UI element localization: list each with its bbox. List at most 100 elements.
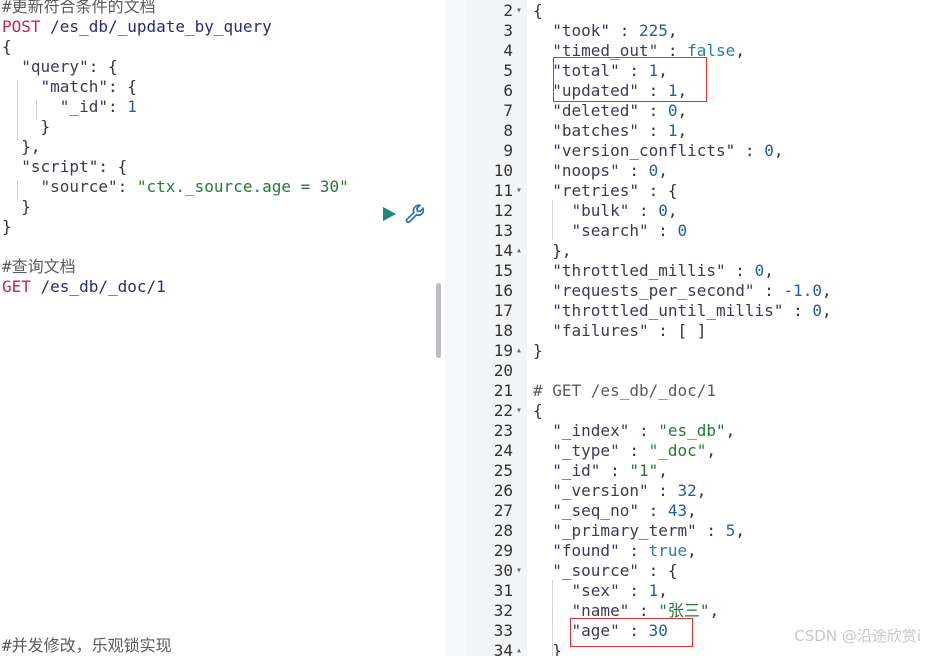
token-punc: } — [533, 341, 543, 360]
line-number: 14 — [493, 241, 513, 260]
token-kw: true — [648, 541, 688, 560]
request-line[interactable]: #查询文档 — [2, 257, 445, 277]
token-key: "requests_per_second" — [552, 281, 755, 300]
token-punc: : — [619, 441, 649, 460]
line-number: 33 — [493, 621, 513, 640]
token-punc — [533, 421, 552, 440]
token-num: 5 — [725, 521, 736, 540]
token-key: "match" — [40, 77, 108, 96]
line-number: 20 — [493, 361, 513, 380]
token-str: "es_db" — [658, 421, 726, 440]
response-line: "_source" : { — [533, 561, 933, 581]
token-punc: : { — [107, 77, 137, 96]
token-num: 1 — [667, 121, 678, 140]
response-line: { — [533, 1, 933, 21]
response-line: }, — [533, 241, 933, 261]
request-line[interactable]: "match": { — [2, 77, 445, 97]
token-str: "_doc" — [648, 441, 707, 460]
token-method: POST — [2, 17, 41, 36]
token-punc: : — [638, 501, 668, 520]
response-line: { — [533, 401, 933, 421]
response-line: "_type" : "_doc", — [533, 441, 933, 461]
response-line: "requests_per_second" : -1.0, — [533, 281, 933, 301]
token-key: "took" — [552, 21, 611, 40]
pane-resizer[interactable]: ‖ — [445, 0, 467, 656]
response-line: "_version" : 32, — [533, 481, 933, 501]
response-line: "throttled_millis" : 0, — [533, 261, 933, 281]
wrench-icon[interactable] — [404, 203, 426, 225]
response-line: "sex" : 1, — [533, 581, 933, 601]
fold-collapse-icon[interactable]: ▾ — [516, 561, 526, 581]
token-num: 32 — [677, 481, 697, 500]
play-icon[interactable] — [380, 205, 398, 223]
token-key: "bulk" — [571, 201, 630, 220]
token-punc: : — [648, 221, 678, 240]
fold-expand-icon[interactable]: ▴ — [516, 241, 526, 261]
token-num: 0 — [754, 261, 765, 280]
token-punc: , — [696, 481, 707, 500]
token-url: /es_db/_doc/1 — [30, 277, 166, 296]
request-line[interactable]: } — [2, 197, 445, 217]
line-number: 8 — [503, 121, 513, 140]
request-line[interactable]: } — [2, 117, 445, 137]
token-punc: : — [735, 141, 765, 160]
token-punc: , — [677, 121, 688, 140]
line-number: 13 — [493, 221, 513, 240]
token-punc — [2, 177, 41, 196]
token-num: 0 — [677, 221, 688, 240]
response-line: "search" : 0 — [533, 221, 933, 241]
line-number: 5 — [503, 61, 513, 80]
token-punc: : — [107, 97, 128, 116]
token-key: "deleted" — [552, 101, 639, 120]
fold-collapse-icon[interactable]: ▾ — [516, 181, 526, 201]
indent-guide — [36, 100, 37, 120]
request-line[interactable]: }, — [2, 137, 445, 157]
token-num: 0 — [812, 301, 822, 320]
line-number: 28 — [493, 521, 513, 540]
token-punc: : { — [638, 561, 678, 580]
token-punc: { — [533, 401, 543, 420]
token-key: "source" — [40, 177, 118, 196]
token-punc: : — [754, 281, 784, 300]
line-number: 7 — [503, 101, 513, 120]
token-punc — [2, 157, 21, 176]
token-punc: }, — [533, 241, 572, 260]
response-line: "bulk" : 0, — [533, 201, 933, 221]
token-punc: : { — [638, 181, 678, 200]
token-punc: : { — [98, 157, 128, 176]
line-number: 11 — [493, 181, 513, 200]
line-number: 18 — [493, 321, 513, 340]
request-line[interactable]: { — [2, 37, 445, 57]
fold-expand-icon[interactable]: ▴ — [516, 641, 526, 656]
request-line[interactable] — [2, 237, 445, 257]
request-line[interactable]: "script": { — [2, 157, 445, 177]
token-punc — [533, 21, 552, 40]
scrollbar-thumb[interactable] — [436, 283, 441, 358]
request-line[interactable]: GET /es_db/_doc/1 — [2, 277, 445, 297]
request-line[interactable]: #更新符合条件的文档 — [2, 0, 445, 17]
response-viewer: 2 ▾{3 "took" : 225, 4 "timed_out" : false,… — [467, 0, 933, 656]
token-num: 0 — [648, 161, 659, 180]
indent-guide — [17, 80, 18, 140]
token-key: "found" — [552, 541, 620, 560]
token-punc — [533, 261, 552, 280]
line-number: 12 — [493, 201, 513, 220]
fold-collapse-icon[interactable]: ▾ — [516, 1, 526, 21]
response-line: # GET /es_db/_doc/1 — [533, 381, 933, 401]
token-key: "_source" — [552, 561, 639, 580]
request-line[interactable]: "_id": 1 — [2, 97, 445, 117]
request-line[interactable]: "query": { — [2, 57, 445, 77]
token-punc: { — [533, 1, 543, 20]
token-punc: : — [619, 581, 649, 600]
fold-expand-icon[interactable]: ▴ — [516, 341, 526, 361]
request-line[interactable]: } — [2, 217, 445, 237]
line-number: 34 — [493, 641, 513, 656]
request-line[interactable]: "source": "ctx._source.age = 30" — [2, 177, 445, 197]
fold-collapse-icon[interactable]: ▾ — [516, 401, 526, 421]
token-num: 1 — [127, 97, 137, 116]
request-editor[interactable]: #更新符合条件的文档 POST /es_db/_update_by_query{ … — [0, 0, 445, 656]
line-number: 9 — [503, 141, 513, 160]
token-url: /es_db/_update_by_query — [40, 17, 272, 36]
token-punc: , — [658, 461, 668, 480]
request-line[interactable]: POST /es_db/_update_by_query — [2, 17, 445, 37]
